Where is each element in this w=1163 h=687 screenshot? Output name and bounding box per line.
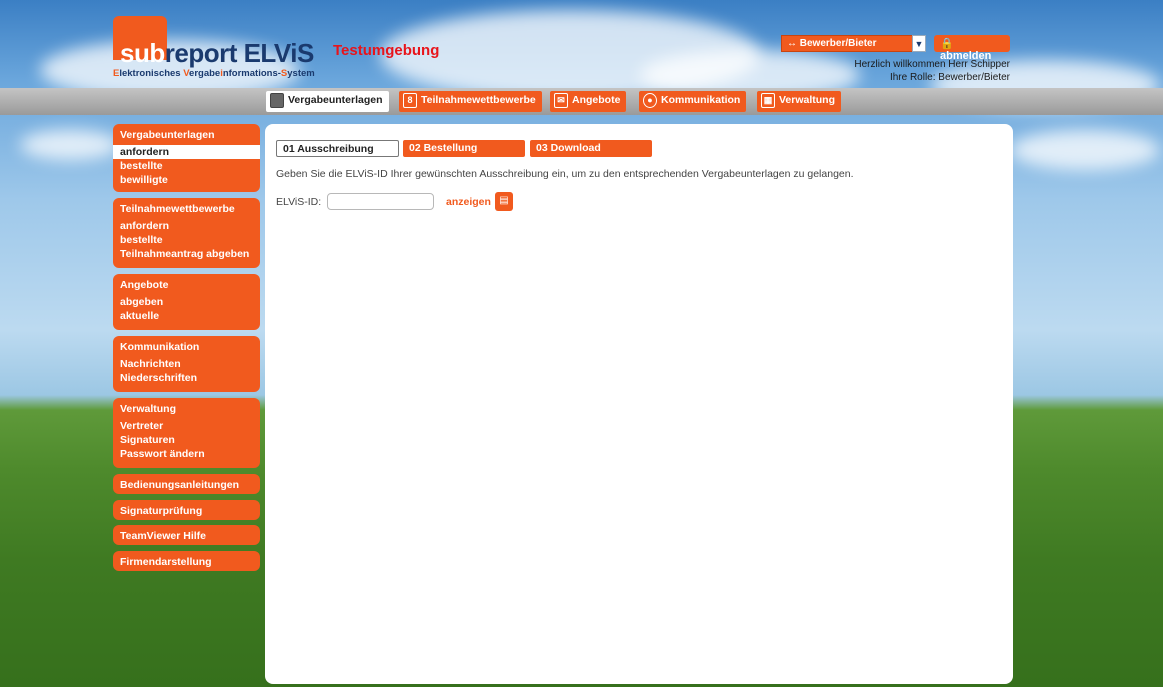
envelope-icon: ✉ xyxy=(554,93,568,108)
tab-label: Vergabeunterlagen xyxy=(288,94,383,106)
document-icon xyxy=(270,93,284,108)
sidebar-item-abgeben[interactable]: abgeben xyxy=(113,295,260,309)
tab-label: Teilnahmewettbewerbe xyxy=(421,94,536,106)
elvis-id-input[interactable] xyxy=(327,193,434,210)
tagline-part: lektronisches xyxy=(119,68,184,79)
welcome-text: Herzlich willkommen Herr Schipper xyxy=(854,59,1010,70)
tagline-part: ergabe xyxy=(189,68,221,79)
tagline-part: ystem xyxy=(287,68,315,79)
sidebar-item-signaturen[interactable]: Signaturen xyxy=(113,433,260,447)
sidebar-group-title: Verwaltung xyxy=(120,403,177,415)
subtab-ausschreibung[interactable]: 01 Ausschreibung xyxy=(276,140,399,157)
chevron-down-icon[interactable]: ▼ xyxy=(912,35,926,52)
role-select[interactable]: ↔ Bewerber/Bieter ▼ xyxy=(781,35,926,52)
sidebar-link-signaturpruefung[interactable]: Signaturprüfung xyxy=(113,500,260,520)
tab-angebote[interactable]: ✉ Angebote xyxy=(550,91,627,112)
search-document-icon[interactable]: ▤ xyxy=(495,192,513,211)
form-icon: 8 xyxy=(403,93,417,108)
sidebar-link-label: Bedienungsanleitungen xyxy=(120,479,240,491)
calendar-icon: ▦ xyxy=(761,93,775,108)
sidebar-group-kommunikation: Kommunikation Nachrichten Niederschrifte… xyxy=(113,336,260,392)
sidebar-link-label: Firmendarstellung xyxy=(120,556,212,568)
tab-label: Angebote xyxy=(572,94,621,106)
subtab-download[interactable]: 03 Download xyxy=(530,140,652,157)
instruction-text: Geben Sie die ELViS-ID Ihrer gewünschten… xyxy=(276,168,854,180)
logo-sub-text: sub xyxy=(120,38,165,68)
cloud xyxy=(20,130,120,160)
sidebar-group-teilnahmewettbewerbe: Teilnahmewettbewerbe anfordern bestellte… xyxy=(113,198,260,268)
subtab-bestellung[interactable]: 02 Bestellung xyxy=(403,140,525,157)
tab-label: Verwaltung xyxy=(779,94,836,106)
welcome-box: Herzlich willkommen Herr Schipper Ihre R… xyxy=(854,58,1010,84)
sidebar-link-label: TeamViewer Hilfe xyxy=(120,530,206,542)
tab-verwaltung[interactable]: ▦ Verwaltung xyxy=(757,91,842,112)
sidebar-group-title: Teilnahmewettbewerbe xyxy=(120,203,235,215)
sidebar-item-anfordern[interactable]: anfordern xyxy=(113,145,260,159)
sidebar-group-title: Kommunikation xyxy=(120,341,200,353)
sidebar-item-nachrichten[interactable]: Nachrichten xyxy=(113,357,260,371)
sidebar-group-title: Angebote xyxy=(120,279,169,291)
logout-button[interactable]: 🔒 abmelden xyxy=(934,35,1010,62)
sidebar-item-vertreter[interactable]: Vertreter xyxy=(113,419,260,433)
environment-title: Testumgebung xyxy=(333,42,440,59)
sidebar-group-title: Vergabeunterlagen xyxy=(120,129,215,141)
sidebar-link-bedienungsanleitungen[interactable]: Bedienungsanleitungen xyxy=(113,474,260,494)
cloud xyxy=(1010,130,1160,170)
sidebar-item-bewilligte[interactable]: bewilligte xyxy=(113,173,260,187)
sidebar-item-niederschriften[interactable]: Niederschriften xyxy=(113,371,260,385)
sidebar-item-bestellte[interactable]: bestellte xyxy=(113,233,260,247)
sidebar-group-vergabeunterlagen: Vergabeunterlagen anfordern bestellte be… xyxy=(113,124,260,192)
tagline-part: nformations- xyxy=(222,68,281,79)
sidebar-item-aktuelle[interactable]: aktuelle xyxy=(113,309,260,323)
sidebar-link-label: Signaturprüfung xyxy=(120,505,203,517)
sidebar-item-passwort[interactable]: Passwort ändern xyxy=(113,447,260,461)
sidebar-group-verwaltung: Verwaltung Vertreter Signaturen Passwort… xyxy=(113,398,260,468)
tab-label: Kommunikation xyxy=(661,94,741,106)
show-link[interactable]: anzeigen xyxy=(446,196,491,208)
chat-icon: ● xyxy=(643,93,657,108)
sidebar-item-anfordern[interactable]: anfordern xyxy=(113,219,260,233)
tab-kommunikation[interactable]: ● Kommunikation xyxy=(639,91,747,112)
sidebar-item-teilnahmeantrag[interactable]: Teilnahmeantrag abgeben xyxy=(113,247,260,261)
sidebar-link-firmendarstellung[interactable]: Firmendarstellung xyxy=(113,551,260,571)
elvis-id-label: ELViS-ID: xyxy=(276,196,322,208)
tab-teilnahmewettbewerbe[interactable]: 8 Teilnahmewettbewerbe xyxy=(399,91,542,112)
lock-icon: 🔒 xyxy=(940,38,954,50)
sidebar-item-bestellte[interactable]: bestellte xyxy=(113,159,260,173)
role-text: Ihre Rolle: Bewerber/Bieter xyxy=(889,72,1010,83)
role-select-value: ↔ Bewerber/Bieter xyxy=(787,38,877,49)
logo-main-text: report ELViS xyxy=(164,38,315,68)
sidebar-link-teamviewer[interactable]: TeamViewer Hilfe xyxy=(113,525,260,545)
tab-vergabeunterlagen[interactable]: Vergabeunterlagen xyxy=(266,91,389,112)
logo: subreport ELViS xyxy=(120,38,314,69)
logo-tagline: Elektronisches Vergabeinformations-Syste… xyxy=(113,68,315,79)
sidebar-group-angebote: Angebote abgeben aktuelle xyxy=(113,274,260,330)
